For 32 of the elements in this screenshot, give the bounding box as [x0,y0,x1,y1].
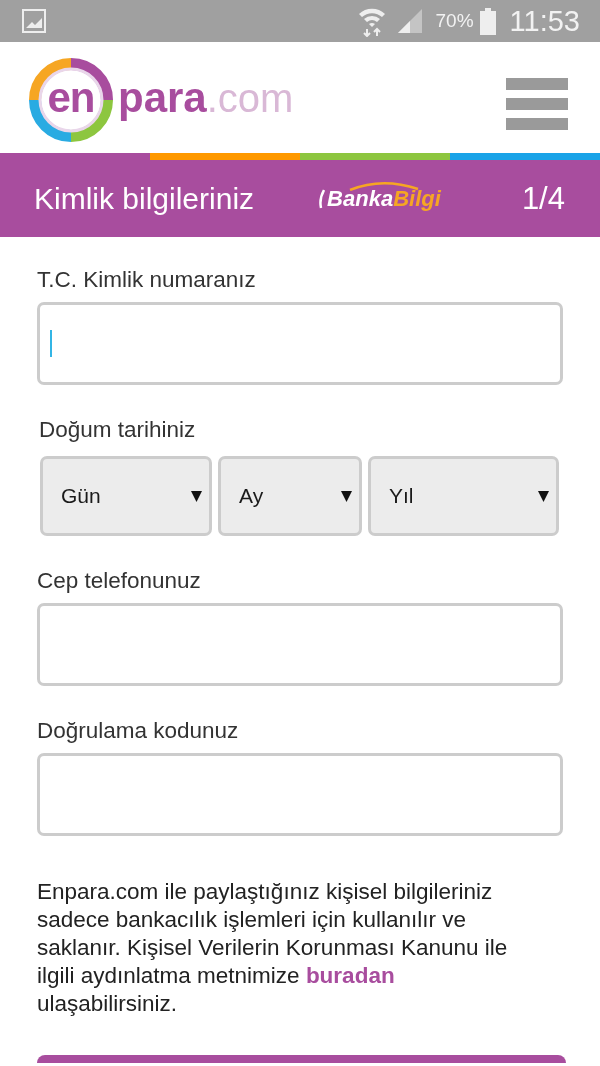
logo-text: en [47,76,95,123]
dropdown-arrow-icon [341,490,352,502]
brand-text: Banka [327,187,394,210]
battery-percent: 70% [435,8,474,33]
field-label: T.C. Kimlik numaranız [37,266,257,294]
field-label: Cep telefonunuz [37,567,202,595]
action-button[interactable] [37,1055,566,1063]
dropdown-select[interactable]: Gün [40,456,212,536]
dropdown-select[interactable]: Yıl [368,456,559,536]
brand-text: Bilgi [393,187,441,210]
dropdown-arrow-icon [538,490,549,502]
field-label: Doğum tarihiniz [38,416,197,444]
signal-icon [397,9,422,33]
logo-arc-icon [349,180,420,191]
privacy-notice-text: Enpara.com ile paylaştığınız kişisel bilgileriniz sadece bankacılık işlemleri için kullanılır ve saklanır. Kişisel Verilerin Korunması Kanunu ile ilgili aydınlatma metnimize buradan ulaşabilirsiniz. [37,878,509,1018]
logo-ring-icon [28,56,114,143]
step-counter: 1/4 [521,183,565,214]
image-icon [22,9,46,33]
text-input[interactable] [37,753,563,836]
dropdown-select[interactable]: Ay [218,456,362,536]
menu-icon[interactable] [506,77,568,130]
battery-icon [479,7,496,35]
logo-mark-icon [319,188,326,209]
field-label: Doğrulama kodunuz [37,717,240,745]
dropdown-arrow-icon [191,490,202,502]
text-input[interactable] [37,302,563,385]
logo-text: .com [206,77,294,120]
clock-time: 11:53 [509,6,580,36]
logo-text: para [118,76,207,123]
link[interactable]: buradan [305,963,395,988]
text-input[interactable] [37,603,563,686]
step-title: Kimlik bilgileriniz [34,183,255,214]
